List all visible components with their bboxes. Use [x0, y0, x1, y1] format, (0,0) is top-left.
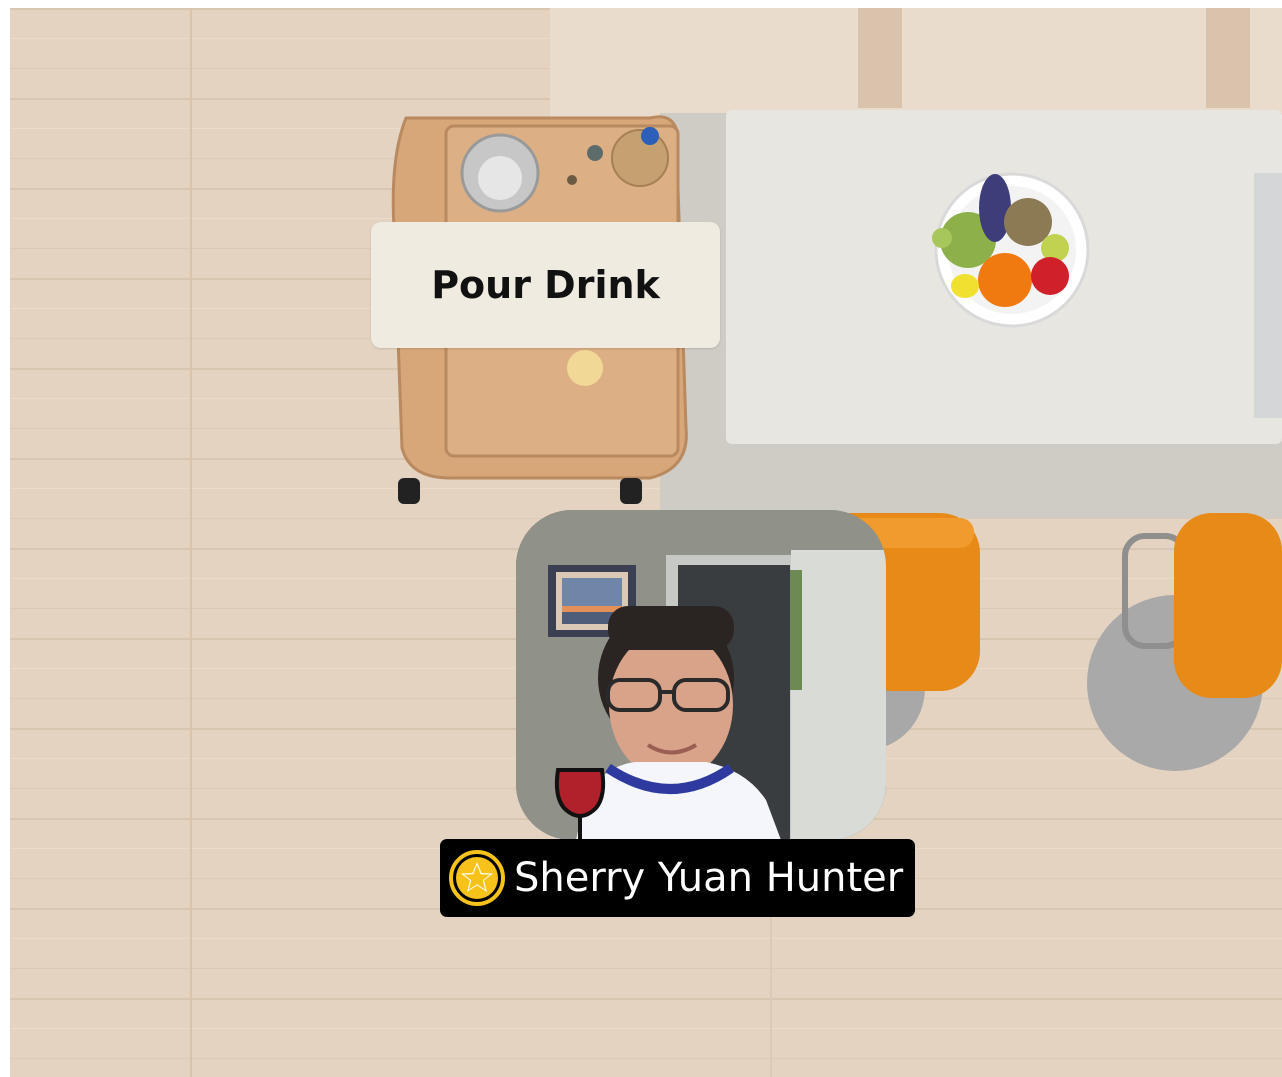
wine-glass-icon — [554, 768, 606, 840]
participant-name: Sherry Yuan Hunter — [514, 855, 904, 901]
participant-name-tag[interactable]: Sherry Yuan Hunter — [440, 839, 916, 917]
room-scene: Pour Drink Sherry Yuan Hunter — [10, 8, 1282, 1077]
star-icon — [449, 850, 505, 906]
pour-drink-button[interactable]: Pour Drink — [371, 222, 720, 348]
